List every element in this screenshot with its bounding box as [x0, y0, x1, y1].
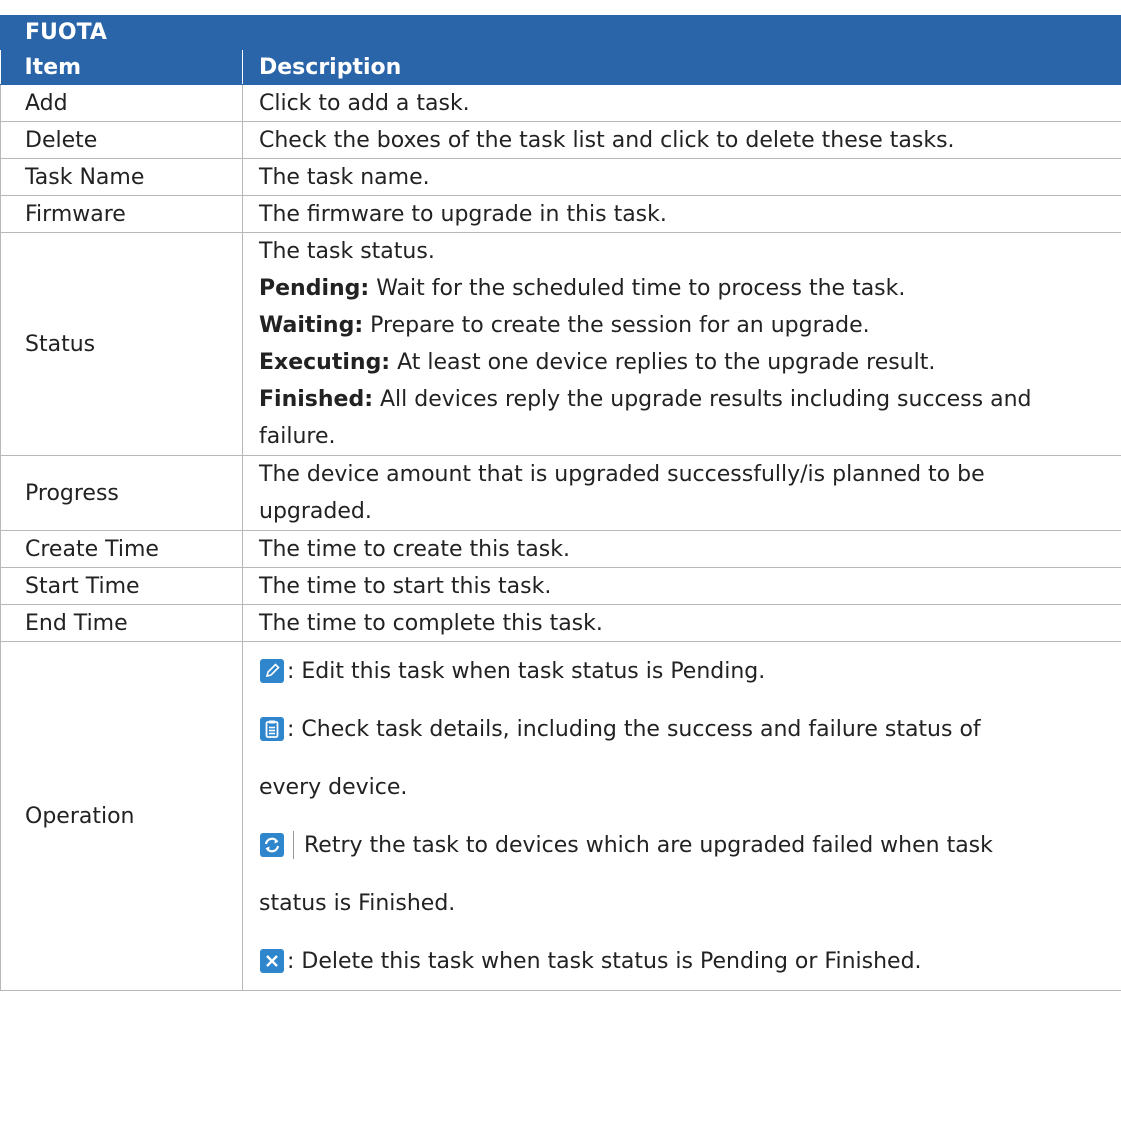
- table-row: Start Time The time to start this task.: [0, 567, 1121, 605]
- row-desc-start-time: The time to start this task.: [241, 567, 1121, 605]
- status-executing-text: At least one device replies to the upgra…: [390, 350, 936, 375]
- row-desc-status: The task status. Pending: Wait for the s…: [241, 232, 1121, 456]
- table-row: Task Name The task name.: [0, 158, 1121, 196]
- row-item-delete: Delete: [0, 121, 243, 159]
- row-item-status: Status: [0, 232, 243, 456]
- op-edit: : Edit this task when task status is Pen…: [259, 642, 1111, 700]
- row-desc-add: Click to add a task.: [241, 84, 1121, 122]
- status-intro: The task status.: [259, 239, 435, 264]
- status-pending-text: Wait for the scheduled time to process t…: [369, 276, 906, 301]
- table-row: Status The task status. Pending: Wait fo…: [0, 232, 1121, 456]
- row-item-operation: Operation: [0, 641, 243, 991]
- header-item: Item: [0, 49, 243, 85]
- icon-separator: [293, 831, 294, 859]
- op-details-text: : Check task details, including the succ…: [287, 716, 981, 742]
- fuota-table: FUOTA Item Description Add Click to add …: [0, 15, 1121, 991]
- close-icon: [259, 948, 285, 974]
- refresh-icon: [259, 832, 285, 858]
- row-item-end-time: End Time: [0, 604, 243, 642]
- table-row: Delete Check the boxes of the task list …: [0, 121, 1121, 159]
- op-details-text-cont: every device.: [259, 774, 408, 800]
- row-item-create-time: Create Time: [0, 530, 243, 568]
- table-title-row: FUOTA: [0, 15, 1121, 50]
- row-desc-task-name: The task name.: [241, 158, 1121, 196]
- row-desc-firmware: The firmware to upgrade in this task.: [241, 195, 1121, 233]
- table-row: Firmware The firmware to upgrade in this…: [0, 195, 1121, 233]
- op-delete: : Delete this task when task status is P…: [259, 932, 1111, 990]
- status-finished-label: Finished:: [259, 387, 373, 412]
- row-item-add: Add: [0, 84, 243, 122]
- op-details: : Check task details, including the succ…: [259, 700, 1111, 758]
- row-desc-progress: The device amount that is upgraded succe…: [241, 455, 1121, 531]
- status-finished-cont: failure.: [259, 424, 336, 449]
- status-waiting-text: Prepare to create the session for an upg…: [363, 313, 870, 338]
- op-retry-cont: status is Finished.: [259, 874, 1111, 932]
- status-pending-label: Pending:: [259, 276, 370, 301]
- op-delete-text: : Delete this task when task status is P…: [287, 948, 922, 974]
- table-row: Create Time The time to create this task…: [0, 530, 1121, 568]
- op-retry: Retry the task to devices which are upgr…: [259, 816, 1111, 874]
- row-desc-operation: : Edit this task when task status is Pen…: [241, 641, 1121, 991]
- status-pending: Pending: Wait for the scheduled time to …: [259, 270, 1111, 307]
- document-page: FUOTA Item Description Add Click to add …: [0, 0, 1121, 1148]
- status-finished: Finished: All devices reply the upgrade …: [259, 381, 1111, 418]
- header-description: Description: [241, 49, 1121, 85]
- row-desc-end-time: The time to complete this task.: [241, 604, 1121, 642]
- table-header-row: Item Description: [0, 49, 1121, 85]
- row-item-start-time: Start Time: [0, 567, 243, 605]
- op-retry-text: Retry the task to devices which are upgr…: [304, 832, 993, 858]
- status-finished-text: All devices reply the upgrade results in…: [373, 387, 1032, 412]
- edit-icon: [259, 658, 285, 684]
- table-row: Add Click to add a task.: [0, 84, 1121, 122]
- status-executing: Executing: At least one device replies t…: [259, 344, 1111, 381]
- progress-desc-line1: The device amount that is upgraded succe…: [259, 462, 985, 487]
- table-row: Progress The device amount that is upgra…: [0, 455, 1121, 531]
- status-executing-label: Executing:: [259, 350, 391, 375]
- op-retry-text-cont: status is Finished.: [259, 890, 456, 916]
- row-desc-create-time: The time to create this task.: [241, 530, 1121, 568]
- op-edit-text: : Edit this task when task status is Pen…: [287, 658, 766, 684]
- row-item-progress: Progress: [0, 455, 243, 531]
- progress-desc-line2: upgraded.: [259, 499, 372, 524]
- row-desc-delete: Check the boxes of the task list and cli…: [241, 121, 1121, 159]
- op-details-cont: every device.: [259, 758, 1111, 816]
- table-row: Operation : Edit this task when task sta…: [0, 641, 1121, 991]
- table-title: FUOTA: [0, 15, 1121, 50]
- table-row: End Time The time to complete this task.: [0, 604, 1121, 642]
- status-waiting: Waiting: Prepare to create the session f…: [259, 307, 1111, 344]
- top-margin: [0, 0, 1121, 15]
- row-item-firmware: Firmware: [0, 195, 243, 233]
- status-waiting-label: Waiting:: [259, 313, 364, 338]
- row-item-task-name: Task Name: [0, 158, 243, 196]
- clipboard-icon: [259, 716, 285, 742]
